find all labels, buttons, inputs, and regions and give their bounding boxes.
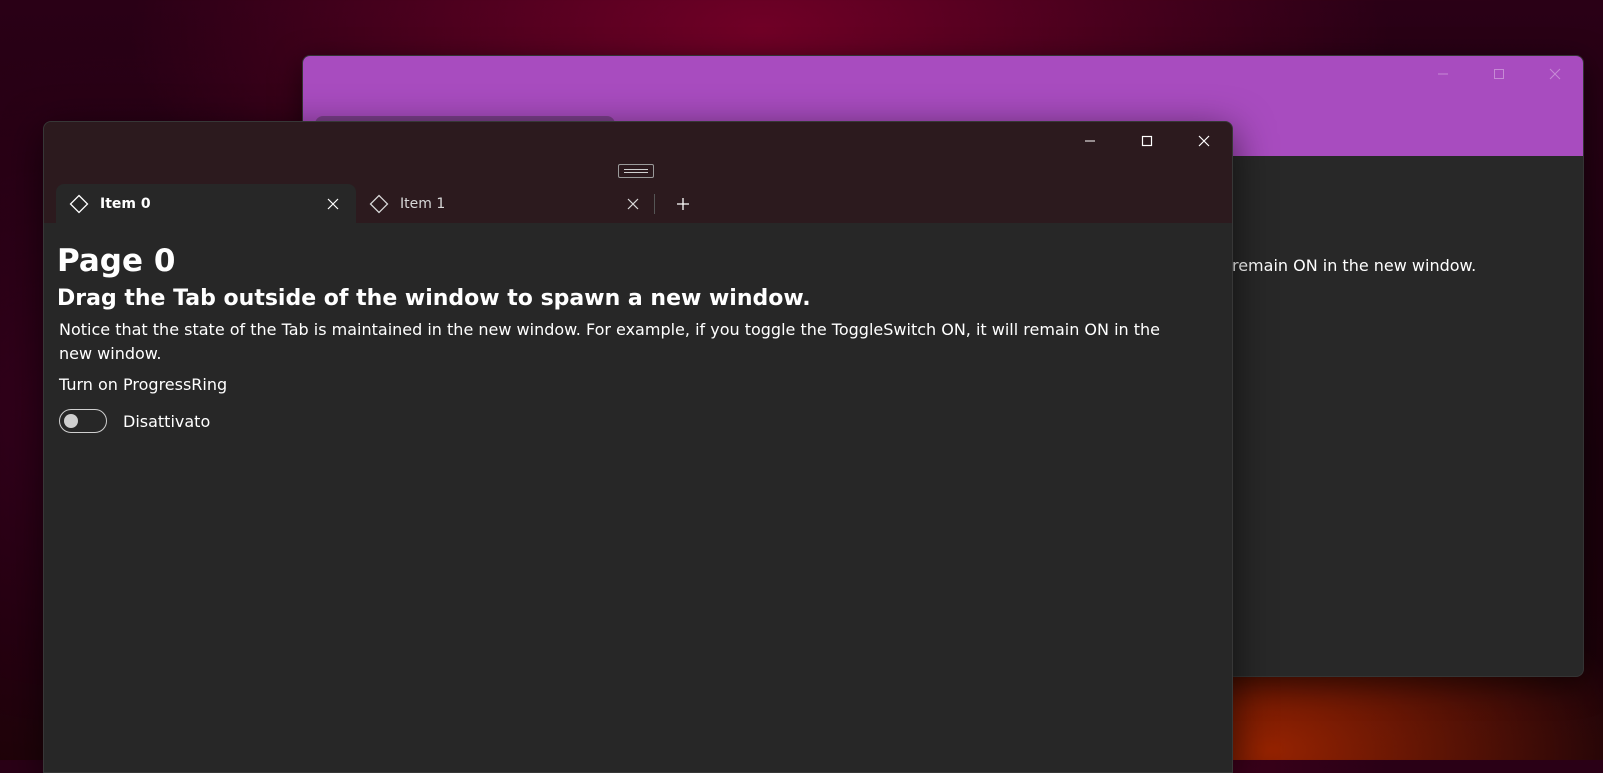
notice-text: Notice that the state of the Tab is main… xyxy=(59,320,1160,363)
minimize-button[interactable] xyxy=(1061,122,1118,160)
grip-line xyxy=(624,172,648,173)
caption-buttons xyxy=(1061,122,1232,160)
toggle-switch[interactable] xyxy=(59,409,107,433)
close-icon xyxy=(1198,135,1209,147)
minimize-icon xyxy=(1084,140,1095,142)
close-icon xyxy=(1549,68,1561,80)
background-window-text: ll remain ON in the new window. xyxy=(1218,256,1477,275)
maximize-icon xyxy=(1494,69,1504,79)
diamond-icon xyxy=(368,193,390,215)
background-maximize-button[interactable] xyxy=(1471,56,1527,92)
page-subtitle: Drag the Tab outside of the window to sp… xyxy=(57,286,811,311)
maximize-icon xyxy=(1141,135,1152,147)
close-button[interactable] xyxy=(1175,122,1232,160)
add-tab-button[interactable] xyxy=(668,190,698,218)
app-window: Item 0 Item 1 Page 0 Drag the Tab outsid… xyxy=(43,121,1233,773)
background-close-button[interactable] xyxy=(1527,56,1583,92)
diamond-icon xyxy=(68,193,90,215)
toggle-header: Turn on ProgressRing xyxy=(59,375,228,394)
tab-item-1[interactable]: Item 1 xyxy=(356,184,656,223)
background-minimize-button[interactable] xyxy=(1415,56,1471,92)
toggle-knob xyxy=(64,414,78,428)
minimize-icon xyxy=(1438,73,1448,75)
tab-close-button[interactable] xyxy=(322,193,344,215)
tab-label: Item 1 xyxy=(400,195,446,212)
drag-region-grip[interactable] xyxy=(618,164,654,178)
titlebar[interactable]: Item 0 Item 1 xyxy=(44,122,1232,223)
close-icon xyxy=(327,198,339,209)
toggle-state-label: Disattivato xyxy=(123,411,211,431)
tab-close-button[interactable] xyxy=(622,193,644,215)
background-window-caption-buttons xyxy=(1415,56,1583,92)
close-icon xyxy=(627,198,639,209)
grip-line xyxy=(624,169,648,170)
tab-label: Item 0 xyxy=(100,195,151,212)
maximize-button[interactable] xyxy=(1118,122,1175,160)
progressring-toggle[interactable]: Disattivato xyxy=(59,409,210,433)
tab-content: Page 0 Drag the Tab outside of the windo… xyxy=(44,223,1232,772)
tab-separator xyxy=(654,194,655,214)
page-title: Page 0 xyxy=(57,243,176,279)
plus-icon xyxy=(677,198,689,210)
tab-item-0[interactable]: Item 0 xyxy=(56,184,356,223)
